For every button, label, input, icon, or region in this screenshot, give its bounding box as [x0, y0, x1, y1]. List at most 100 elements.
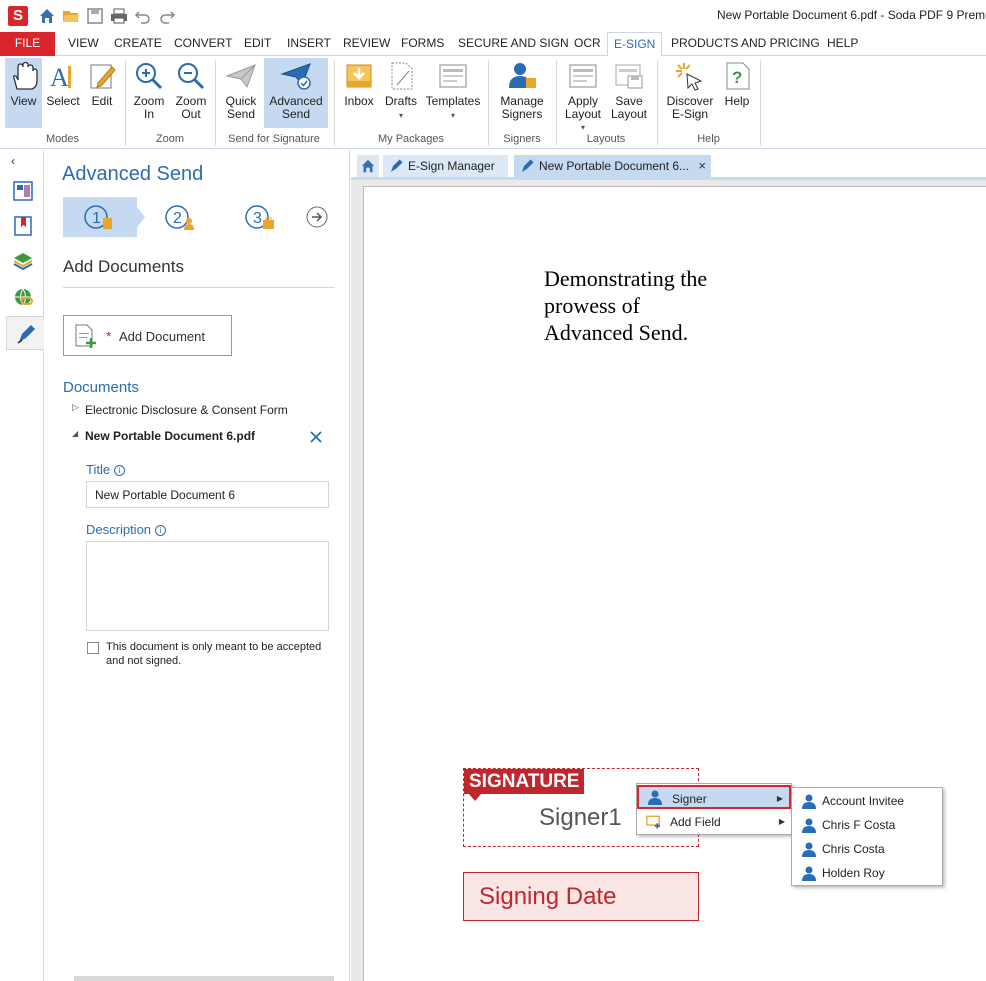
menu-convert[interactable]: CONVERT [168, 32, 238, 56]
menu-products-and-pricing[interactable]: PRODUCTS AND PRICING [665, 32, 826, 56]
title-label: Title i [86, 462, 126, 477]
description-info-icon[interactable]: i [155, 525, 167, 536]
tab-document-label: New Portable Document 6... [539, 159, 690, 173]
quick-send-button[interactable]: Quick Send [220, 58, 262, 128]
panel-title: Advanced Send [62, 163, 204, 185]
collapse-arrow-icon[interactable]: ◢ [72, 429, 78, 438]
collapse-chevron-icon[interactable]: ‹ [11, 154, 15, 168]
links-globe-icon[interactable] [12, 286, 34, 308]
document-item-disclosure[interactable]: Electronic Disclosure & Consent Form [85, 403, 288, 417]
person-icon [802, 842, 816, 857]
title-input[interactable] [86, 481, 329, 508]
add-document-button[interactable]: * Add Document [63, 315, 232, 356]
save-icon[interactable] [86, 7, 104, 25]
menu-create[interactable]: CREATE [108, 32, 168, 56]
chris-costa-label: Chris Costa [822, 842, 885, 856]
submenu-item-holden-roy[interactable]: Holden Roy [792, 861, 942, 885]
home-icon[interactable] [38, 7, 56, 25]
step-1-add-documents[interactable]: 1 [63, 197, 137, 237]
tab-e-sign-manager[interactable]: E-Sign Manager [383, 155, 508, 177]
remove-document-close-icon[interactable] [309, 430, 323, 444]
panel-horizontal-scrollbar[interactable] [74, 976, 334, 981]
home-tab-icon [361, 159, 375, 173]
select-mode-button[interactable]: A Select [44, 58, 82, 128]
required-asterisk: * [106, 328, 112, 344]
menu-edit[interactable]: EDIT [238, 32, 277, 56]
view-mode-button[interactable]: View [5, 58, 42, 128]
zoom-out-button[interactable]: Zoom Out [172, 58, 210, 128]
layers-icon[interactable] [12, 250, 34, 272]
signing-date-label: Signing Date [479, 883, 617, 910]
bookmarks-icon[interactable] [12, 215, 34, 237]
menu-review[interactable]: REVIEW [337, 32, 396, 56]
templates-dropdown-icon: ▾ [450, 111, 455, 120]
step-1-number: 1 [92, 210, 101, 227]
edit-mode-button[interactable]: Edit [84, 58, 120, 128]
tab-document[interactable]: New Portable Document 6... × [514, 155, 711, 177]
step-2-number: 2 [173, 210, 182, 227]
title-bar: S New Portable Document 6.pdf - Soda PDF… [0, 0, 986, 32]
menu-insert[interactable]: INSERT [281, 32, 337, 56]
description-label: Description i [86, 522, 167, 537]
advanced-send-button[interactable]: Advanced Send [264, 58, 328, 128]
menu-help[interactable]: HELP [821, 32, 864, 56]
templates-button[interactable]: Templates ▾ [424, 58, 482, 128]
home-tab[interactable] [357, 155, 379, 177]
svg-text:A: A [50, 63, 69, 91]
drafts-button[interactable]: Drafts ▾ [381, 58, 421, 128]
holden-roy-label: Holden Roy [822, 866, 885, 880]
signature-tag-tail [469, 794, 481, 801]
left-icon-strip: ‹ [0, 150, 44, 981]
e-sign-panel-tab[interactable] [6, 316, 44, 350]
description-input[interactable] [86, 541, 329, 631]
menu-secure-and-sign[interactable]: SECURE AND SIGN [452, 32, 575, 56]
menu-e-sign[interactable]: E-SIGN [607, 32, 663, 57]
select-label: Select [46, 94, 80, 108]
next-step-arrow-icon[interactable] [306, 206, 328, 228]
document-tab-pen-icon [521, 159, 534, 172]
help-button[interactable]: ? Help [720, 58, 754, 128]
document-item-current[interactable]: New Portable Document 6.pdf [85, 429, 255, 443]
step-2-add-signers[interactable]: 2 [144, 197, 204, 237]
documents-heading: Documents [63, 379, 139, 396]
accept-only-checkbox[interactable] [87, 642, 99, 654]
add-field-label: Add Field [670, 815, 721, 829]
open-folder-icon[interactable] [62, 7, 80, 25]
advanced-send-label-1: Advanced [269, 94, 323, 108]
context-menu-add-field[interactable]: Add Field ▶ [637, 810, 791, 834]
save-layout-label-2: Layout [610, 107, 648, 121]
inbox-button[interactable]: Inbox [340, 58, 378, 128]
title-info-icon[interactable]: i [114, 465, 126, 476]
group-my-packages-label: My Packages [377, 133, 445, 145]
save-layout-button[interactable]: Save Layout [608, 58, 650, 128]
zoom-in-button[interactable]: Zoom In [130, 58, 168, 128]
divider [63, 287, 335, 288]
context-menu-signer[interactable]: Signer ▶ [637, 785, 791, 809]
e-sign-tab-pen-icon [390, 159, 403, 172]
drafts-icon [391, 62, 413, 90]
close-tab-icon[interactable]: × [698, 155, 706, 177]
expand-arrow-icon[interactable]: ▷ [72, 402, 79, 413]
menu-file[interactable]: FILE [0, 32, 55, 56]
undo-icon[interactable] [134, 7, 152, 25]
group-signers-label: Signers [503, 133, 541, 145]
manage-signers-button[interactable]: Manage Signers [494, 58, 550, 128]
menu-view[interactable]: VIEW [62, 32, 105, 56]
menu-forms[interactable]: FORMS [395, 32, 450, 56]
person-icon [802, 866, 816, 881]
submenu-item-chris-costa[interactable]: Chris Costa [792, 837, 942, 861]
print-icon[interactable] [110, 7, 128, 25]
group-modes-label: Modes [45, 133, 80, 145]
submenu-item-chris-f-costa[interactable]: Chris F Costa [792, 813, 942, 837]
submenu-item-account-invitee[interactable]: Account Invitee [792, 789, 942, 813]
thumbnails-icon[interactable] [12, 180, 34, 202]
signing-date-field[interactable]: Signing Date [463, 872, 699, 921]
menu-ocr[interactable]: OCR [568, 32, 607, 56]
discover-label-2: E-Sign [671, 107, 709, 121]
zoom-in-icon [136, 63, 163, 90]
step-3-send[interactable]: 3 [224, 197, 284, 237]
redo-icon[interactable] [158, 7, 176, 25]
apply-layout-button[interactable]: Apply Layout ▾ [562, 58, 604, 132]
discover-e-sign-button[interactable]: Discover E-Sign [663, 58, 717, 128]
edit-pencil-icon [90, 64, 116, 89]
